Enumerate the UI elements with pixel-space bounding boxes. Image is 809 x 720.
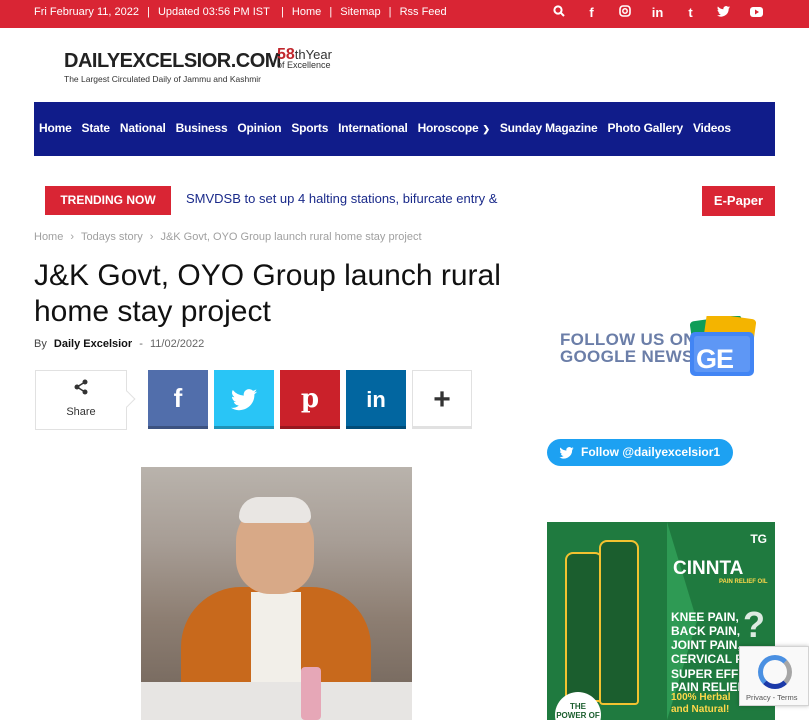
byline-date: 11/02/2022 (149, 338, 205, 350)
trending-headline-link[interactable]: SMVDSB to set up 4 halting stations, bif… (186, 191, 497, 206)
ad-bottle-right (599, 540, 639, 705)
article-title: J&K Govt, OYO Group launch rural home st… (34, 259, 501, 328)
nav-item-videos[interactable]: Videos (693, 121, 731, 135)
epaper-button[interactable]: E-Paper (702, 186, 775, 216)
share-pinterest-button[interactable]: p (280, 370, 340, 429)
linkedin-icon[interactable]: in (641, 5, 674, 20)
recaptcha-links[interactable]: Privacy - Terms (746, 693, 798, 702)
nav-item-business[interactable]: Business (176, 121, 228, 135)
breadcrumb-category[interactable]: Todays story (81, 231, 143, 243)
byline-author[interactable]: Daily Excelsior (54, 338, 132, 350)
gnews-line2: GOOGLE NEWS (560, 347, 694, 366)
share-label: Share (66, 406, 96, 418)
home-link[interactable]: Home (292, 6, 321, 18)
byline: By Daily Excelsior - 11/02/2022 (34, 338, 204, 350)
instagram-icon[interactable] (608, 5, 641, 20)
nav-item-opinion[interactable]: Opinion (237, 121, 281, 135)
updated-time: Updated 03:56 PM IST (157, 6, 270, 18)
main-navigation: Home State National Business Opinion Spo… (34, 102, 775, 156)
photo-bottle (301, 667, 321, 720)
ad-brand-logo: TG (750, 532, 767, 546)
photo-figure-hair (239, 497, 311, 523)
chevron-down-icon: ❯ (482, 124, 490, 134)
share-counter: Share (35, 370, 136, 430)
article-featured-image (141, 467, 412, 720)
question-mark-icon: ? (743, 604, 765, 645)
twitter-icon (231, 383, 257, 413)
breadcrumb: Home › Todays story › J&K Govt, OYO Group la… (34, 231, 422, 243)
rss-feed-link[interactable]: Rss Feed (400, 6, 447, 18)
twitter-follow-button[interactable]: Follow @dailyexcelsior1 (547, 439, 733, 466)
facebook-icon[interactable]: f (575, 5, 608, 20)
breadcrumb-home[interactable]: Home (34, 231, 63, 243)
share-facebook-button[interactable]: f (148, 370, 208, 429)
ad-bottle-left (565, 552, 603, 702)
ad-product-name: CINNTA (673, 558, 744, 579)
breadcrumb-current: J&K Govt, OYO Group launch rural home st… (160, 231, 422, 243)
excellence-text: of Excellence (277, 60, 331, 70)
facebook-icon: f (173, 383, 183, 413)
recaptcha-logo-icon (758, 655, 792, 689)
share-icon (36, 379, 126, 400)
logo-brand: DAILYEXCELSIOR.COM (64, 50, 281, 72)
search-icon[interactable] (542, 5, 575, 20)
tumblr-icon[interactable]: t (674, 5, 707, 20)
top-bar-left: Fri February 11, 2022 | Updated 03:56 PM… (34, 6, 447, 18)
twitter-follow-label: Follow @dailyexcelsior1 (581, 445, 721, 459)
breadcrumb-separator: › (70, 231, 75, 243)
share-more-button[interactable]: + (412, 370, 472, 429)
ad-product-sub: PAIN RELIEF OIL (719, 579, 768, 585)
breadcrumb-separator: › (149, 231, 154, 243)
twitter-icon[interactable] (707, 5, 740, 20)
pinterest-icon: p (300, 384, 320, 414)
social-icons: f in t (542, 5, 773, 20)
nav-item-photo-gallery[interactable]: Photo Gallery (608, 121, 684, 135)
nav-item-home[interactable]: Home (39, 121, 72, 135)
separator: | (277, 6, 284, 18)
photo-table (141, 682, 412, 720)
google-news-follow-banner[interactable]: FOLLOW US ON GOOGLE NEWS GE (558, 316, 762, 379)
nav-item-state[interactable]: State (82, 121, 111, 135)
nav-item-national[interactable]: National (120, 121, 166, 135)
separator: | (147, 6, 150, 18)
trending-now-label: TRENDING NOW (45, 186, 171, 215)
nav-item-international[interactable]: International (338, 121, 408, 135)
sitemap-link[interactable]: Sitemap (340, 6, 380, 18)
byline-dash: - (139, 338, 143, 350)
twitter-bird-icon (559, 439, 574, 466)
byline-by: By (34, 338, 47, 350)
nav-item-sports[interactable]: Sports (291, 121, 328, 135)
current-date: Fri February 11, 2022 (34, 6, 139, 18)
plus-icon: + (433, 383, 451, 416)
share-twitter-button[interactable] (214, 370, 274, 429)
logo-tagline: The Largest Circulated Daily of Jammu an… (64, 74, 261, 84)
linkedin-icon: in (366, 387, 386, 412)
site-logo[interactable]: DAILYEXCELSIOR.COM 58thYear of Excellenc… (64, 47, 344, 87)
youtube-icon[interactable] (740, 5, 773, 20)
nav-item-sunday-magazine[interactable]: Sunday Magazine (500, 121, 598, 135)
separator: | (329, 6, 333, 18)
gnews-badge: GE (696, 344, 734, 374)
share-linkedin-button[interactable]: in (346, 370, 406, 429)
top-bar: Fri February 11, 2022 | Updated 03:56 PM… (0, 0, 809, 28)
nav-item-horoscope-label: Horoscope (417, 121, 479, 135)
nav-item-horoscope[interactable]: Horoscope ❯ (418, 121, 490, 135)
separator: | (388, 6, 392, 18)
ad-herbal: 100% Herbal and Natural! (671, 692, 731, 715)
recaptcha-badge[interactable]: Privacy - Terms (739, 646, 809, 706)
